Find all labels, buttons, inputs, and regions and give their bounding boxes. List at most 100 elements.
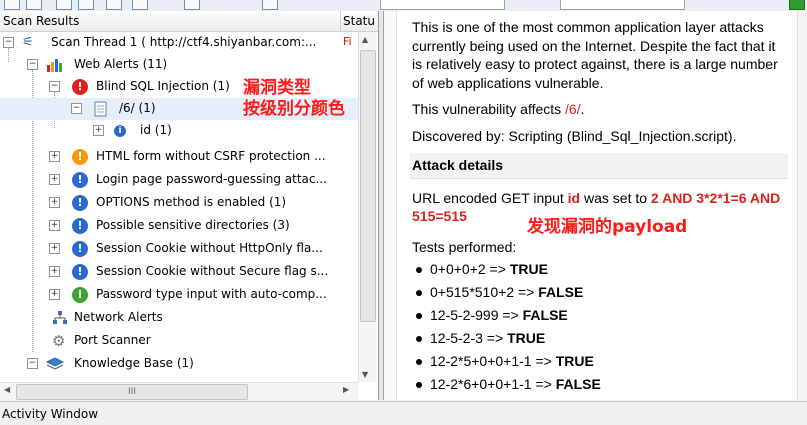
expand-icon[interactable]: + (49, 289, 60, 300)
scroll-down-icon[interactable]: ▼ (362, 370, 368, 379)
vuln-description: This is one of the most common applicati… (412, 19, 778, 91)
status-text: Fi (343, 35, 352, 48)
filter-combo[interactable] (560, 0, 685, 10)
tree-item-csrf[interactable]: + ! HTML form without CSRF protection ..… (0, 146, 358, 168)
tree-item-label: Web Alerts (11) (74, 57, 168, 71)
tests-header: Tests performed: (412, 238, 517, 255)
tree-item-cookie-secure[interactable]: + ! Session Cookie without Secure flag s… (0, 261, 358, 283)
collapse-icon[interactable]: − (27, 59, 38, 70)
tree-item-web-alerts[interactable]: − Web Alerts (11) (0, 54, 358, 76)
tests-list: 0+0+0+2 => TRUE 0+515*510+2 => FALSE 12-… (412, 258, 788, 396)
tree-item-scan-thread[interactable]: − ⚟ Scan Thread 1 ( http://ctf4.shiyanba… (0, 32, 358, 54)
expand-icon[interactable]: + (93, 125, 104, 136)
tree-item-knowledge-base[interactable]: − Knowledge Base (1) (0, 353, 358, 375)
alert-low-icon: ! (72, 218, 88, 234)
tree-item-label: Session Cookie without Secure flag s... (96, 264, 329, 278)
tools-icon[interactable] (106, 0, 122, 10)
scroll-right-icon[interactable]: ▶ (343, 385, 349, 394)
expand-icon[interactable]: + (49, 174, 60, 185)
column-separator[interactable] (340, 11, 341, 31)
expand-icon[interactable]: + (49, 243, 60, 254)
parameter-icon: i (114, 125, 126, 137)
tree-vertical-scrollbar[interactable]: ▲ ▼ (358, 32, 376, 382)
edit-icon[interactable] (262, 0, 278, 10)
tree-horizontal-scrollbar[interactable]: ◀ III ▶ (0, 382, 358, 400)
network-alerts-icon (52, 310, 68, 326)
scroll-thumb[interactable]: III (16, 384, 248, 400)
knowledge-base-icon (45, 356, 65, 372)
alert-high-icon: ! (72, 79, 88, 95)
expand-icon[interactable]: + (49, 197, 60, 208)
activity-window-label: Activity Window (2, 407, 99, 421)
scan-results-panel: Scan Results Statu − ⚟ Scan Thread 1 ( h… (0, 11, 379, 400)
tree-item-network-alerts[interactable]: Network Alerts (0, 307, 358, 329)
tree-item-login-guessing[interactable]: + ! Login page password-guessing attac..… (0, 169, 358, 191)
scan-results-column[interactable]: Scan Results (3, 14, 79, 28)
attack-details-header: Attack details (410, 153, 788, 179)
alert-details-panel: This is one of the most common applicati… (383, 11, 807, 400)
scan-results-header: Scan Results Statu (0, 11, 378, 32)
go-icon[interactable] (789, 0, 805, 10)
tree-item-password-autocomplete[interactable]: + i Password type input with auto-comp..… (0, 284, 358, 306)
tree-item-options-method[interactable]: + ! OPTIONS method is enabled (1) (0, 192, 358, 214)
tree-item-label: Scan Thread 1 ( http://ctf4.shiyanbar.co… (51, 35, 317, 49)
alert-medium-icon: ! (72, 149, 88, 165)
details-vertical-scrollbar[interactable] (797, 11, 807, 400)
vuln-affects: This vulnerability affects /6/. (412, 101, 585, 117)
tree-item-sensitive-dirs[interactable]: + ! Possible sensitive directories (3) (0, 215, 358, 237)
alert-info-icon: i (72, 287, 88, 303)
param-name: id (567, 189, 581, 206)
tree-item-label: Port Scanner (74, 333, 151, 347)
collapse-icon[interactable]: − (49, 81, 60, 92)
alert-details-content: This is one of the most common applicati… (410, 18, 788, 396)
list-item: 12-2*6+0+0+1-1 => FALSE (412, 373, 788, 396)
tree-item-label: Possible sensitive directories (3) (96, 218, 290, 232)
alert-low-icon: ! (72, 241, 88, 257)
open-icon[interactable] (26, 0, 42, 10)
collapse-icon[interactable]: − (3, 37, 14, 48)
collapse-icon[interactable]: − (27, 358, 38, 369)
tree-item-param-id[interactable]: + i id (1) (0, 120, 358, 142)
tree-item-label: Session Cookie without HttpOnly fla... (96, 241, 323, 255)
tree-item-label: HTML form without CSRF protection ... (96, 149, 326, 163)
expand-icon[interactable]: + (49, 220, 60, 231)
alert-low-icon: ! (72, 264, 88, 280)
tree-item-label: Network Alerts (74, 310, 163, 324)
collapse-icon[interactable]: − (71, 103, 82, 114)
expand-icon[interactable]: + (49, 151, 60, 162)
scroll-up-icon[interactable]: ▲ (362, 35, 368, 44)
list-item: 12-5-2-3 => TRUE (412, 327, 788, 350)
tree-item-label: Login page password-guessing attac... (96, 172, 327, 186)
settings-icon[interactable] (132, 0, 148, 10)
tree-item-port-scanner[interactable]: ⚙ Port Scanner (0, 330, 358, 352)
tree-item-label: OPTIONS method is enabled (1) (96, 195, 287, 209)
annotation-payload: 发现漏洞的payload (527, 217, 688, 237)
tree-item-label: Knowledge Base (1) (74, 356, 194, 370)
save-icon[interactable] (56, 0, 72, 10)
view-icon[interactable] (184, 0, 200, 10)
report-icon[interactable] (78, 0, 94, 10)
alert-low-icon: ! (72, 172, 88, 188)
new-scan-icon[interactable] (4, 0, 20, 10)
tree-item-cookie-httponly[interactable]: + ! Session Cookie without HttpOnly fla.… (0, 238, 358, 260)
address-combo[interactable] (380, 0, 505, 10)
activity-window-bar[interactable]: Activity Window (0, 401, 807, 425)
list-item: 12-2*5+0+0+1-1 => TRUE (412, 350, 788, 373)
port-scanner-icon: ⚙ (52, 332, 66, 350)
alert-low-icon: ! (72, 195, 88, 211)
list-item: 0+0+0+2 => TRUE (412, 258, 788, 281)
details-left-bar (384, 11, 397, 400)
expand-icon[interactable]: + (49, 266, 60, 277)
scroll-left-icon[interactable]: ◀ (4, 385, 10, 394)
annotation-vuln-type: 漏洞类型 按级别分颜色 (243, 78, 345, 119)
tree-item-label: Blind SQL Injection (1) (96, 79, 230, 93)
web-alerts-icon (46, 57, 62, 73)
tree-item-label: Password type input with auto-comp... (96, 287, 327, 301)
tree-item-label: id (1) (140, 123, 172, 137)
scroll-thumb[interactable] (360, 50, 376, 322)
scan-thread-icon: ⚟ (22, 35, 34, 50)
affected-path-link[interactable]: /6/ (565, 101, 581, 117)
list-item: 12-5-2-999 => FALSE (412, 304, 788, 327)
discovered-by: Discovered by: Scripting (Blind_Sql_Inje… (412, 127, 737, 144)
status-column[interactable]: Statu (343, 14, 375, 28)
